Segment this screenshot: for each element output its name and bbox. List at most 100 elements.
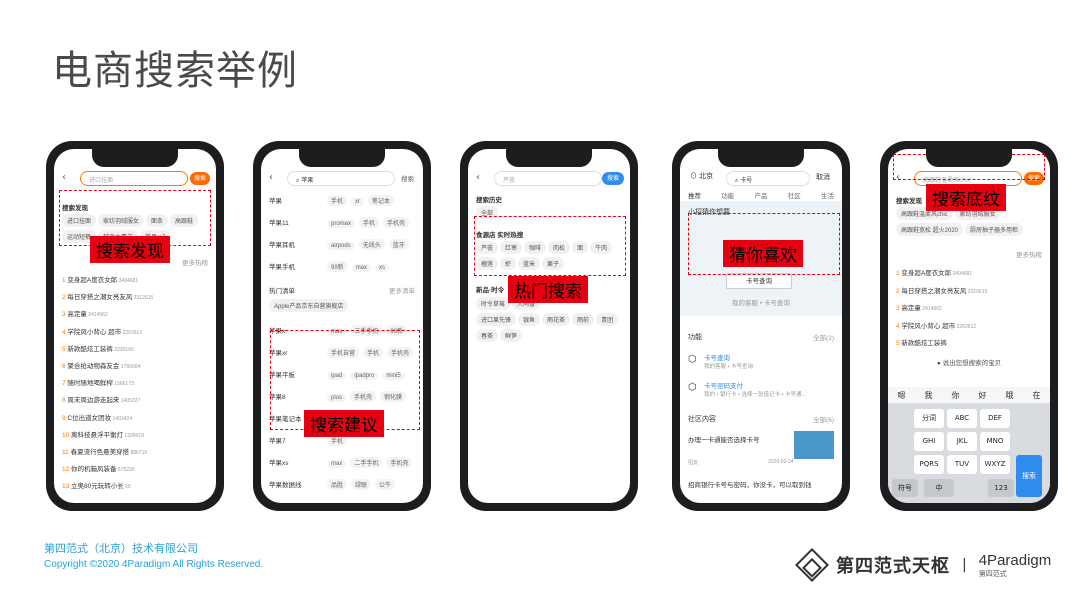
more-hot-link[interactable]: 更多热榜 (896, 249, 1042, 259)
suggestion-tag[interactable]: xs (375, 264, 390, 272)
brand-en: 4Paradigm (978, 552, 1052, 569)
suggestion-tag[interactable]: max (327, 460, 347, 468)
city[interactable]: 北京 (699, 173, 713, 180)
hot-list-more[interactable]: 更多清单 (269, 285, 415, 295)
hot-list-chip[interactable]: Apple产品京东自营旗舰店 (269, 299, 349, 312)
list-item[interactable]: 1 变身超A度衣女郎 3494681 (896, 267, 1042, 277)
search-input[interactable]: 芦荟 (494, 171, 602, 186)
candidate-word[interactable]: 你 (952, 390, 960, 401)
suggestion-tag[interactable]: 99新 (327, 261, 348, 272)
key-分词[interactable]: 分词 (914, 409, 944, 428)
list-item[interactable]: 5 新款酷炫工装裤 2230160 (62, 343, 208, 353)
suggestion-row[interactable]: 苹果xs max 二手手机 手机壳 (269, 457, 415, 468)
back-arrow-icon[interactable]: ‹ (62, 172, 66, 183)
candidate-word[interactable]: 我 (925, 390, 933, 401)
tab-4[interactable]: 生活 (821, 190, 834, 200)
key-tuv[interactable]: TUV (947, 455, 977, 474)
tab-3[interactable]: 社区 (788, 190, 801, 200)
community-all-link[interactable]: 全部(6) (688, 414, 834, 424)
search-input[interactable]: ⌕ 卡号 (726, 171, 810, 186)
list-item[interactable]: 7 随时随地喝鲜榨 1566173 (62, 377, 208, 387)
list-item[interactable]: 4 学院风小背心 超市 2262612 (62, 326, 208, 336)
candidate-word[interactable]: 在 (1033, 390, 1041, 401)
suggestion-tag[interactable]: 二手手机 (350, 457, 383, 468)
list-item[interactable]: 3 高定童 2414962 (62, 308, 208, 318)
suggestion-row[interactable]: 苹果耳机 airpods 无线头 蓝牙 (269, 239, 415, 250)
key-bottom-0[interactable]: 符号 (892, 479, 918, 497)
search-key[interactable]: 搜索 (1016, 455, 1042, 497)
key-ghi[interactable]: GHI (914, 432, 944, 451)
suggestion-row[interactable]: 苹果数据线 品胜 绿联 公牛 (269, 479, 415, 490)
new-chip[interactable]: 春茶 (476, 329, 499, 342)
cancel-button[interactable]: 取消 (816, 172, 836, 182)
search-input[interactable]: ⌕ 苹果 (287, 171, 395, 186)
key-mno[interactable]: MNO (980, 432, 1010, 451)
list-item[interactable]: 6 聚合抢动物森友会 1766004 (62, 360, 208, 370)
list-item[interactable]: 12 你的机箱风装备 675239 (62, 463, 208, 473)
suggestion-tag[interactable]: 品胜 (327, 479, 348, 490)
suggestion-tag[interactable]: promax (327, 220, 356, 228)
candidate-word[interactable]: 嗯 (898, 390, 906, 401)
suggestion-tag[interactable]: max (351, 264, 372, 272)
key-bottom-1[interactable]: 中 (924, 479, 954, 497)
new-chip[interactable]: 青团 (596, 313, 619, 326)
func-all-link[interactable]: 全部(2) (688, 332, 834, 342)
key-def[interactable]: DEF (980, 409, 1010, 428)
func-item-title[interactable]: 卡号密码支付 (704, 380, 834, 390)
suggestion-row[interactable]: 苹果手机 99新 max xs (269, 261, 415, 272)
new-chip[interactable]: 进口果先锋 (476, 313, 517, 326)
list-item[interactable]: 4 学院风小背心 超市 2262612 (896, 320, 1042, 330)
list-item[interactable]: 5 新款酷炫工装裤 (896, 337, 1042, 347)
list-item[interactable]: 1 变身超A度衣女郎 3494681 (62, 274, 208, 284)
suggestion-tag[interactable]: airpods (327, 242, 355, 250)
suggestion-row[interactable]: 苹果 手机 xr 笔记本 (269, 195, 415, 206)
post-title-2[interactable]: 招商银行卡号与密码，你没卡，可以取到钱 (688, 479, 834, 489)
search-button[interactable]: 搜索 (190, 172, 210, 185)
new-chip[interactable]: 银鱼 (518, 313, 541, 326)
tab-2[interactable]: 产品 (755, 190, 768, 200)
search-button[interactable]: 搜索 (602, 172, 624, 185)
card-query-button[interactable]: 卡号查询 (726, 273, 792, 289)
post-title[interactable]: 办理一卡通能否选择卡号 (688, 434, 792, 444)
key-pqrs[interactable]: PQRS (914, 455, 944, 474)
suggestion-tag[interactable]: xr (351, 198, 365, 206)
suggestion-tag[interactable]: 手机 (359, 217, 380, 228)
list-item[interactable]: 2 每日穿搭之潮女亮友风 3312615 (62, 291, 208, 301)
search-button[interactable]: 搜索 (401, 173, 417, 183)
key-wxyz[interactable]: WXYZ (980, 455, 1010, 474)
list-item[interactable]: 8 周末周边游走起来 1405327 (62, 394, 208, 404)
list-item[interactable]: 11 春夏流行色悬美穿搭 886715 (62, 446, 208, 456)
discovery-chip[interactable]: 高跟鞋宽松 超火2020 (896, 223, 964, 236)
list-item[interactable]: 10 离科技悬浮平衡灯 1328619 (62, 429, 208, 439)
new-chip[interactable]: 时令草莓 (476, 297, 511, 310)
new-chip[interactable]: 雨前 (572, 313, 595, 326)
candidate-word[interactable]: 好 (979, 390, 987, 401)
suggestion-tag[interactable]: 手机 (327, 195, 348, 206)
suggestion-tag[interactable]: 笔记本 (368, 195, 395, 206)
back-arrow-icon[interactable]: ‹ (269, 172, 273, 183)
list-item[interactable]: 2 每日穿搭之潮女亮友风 3310615 (896, 285, 1042, 295)
discovery-chip[interactable]: 厨房柚子器多用柜 (965, 223, 1024, 236)
suggestion-tag[interactable]: 手机壳 (383, 217, 410, 228)
key-jkl[interactable]: JKL (947, 432, 977, 451)
suggestion-tag[interactable]: 手机壳 (386, 457, 413, 468)
key-abc[interactable]: ABC (947, 409, 977, 428)
search-input[interactable]: 进口挂面 (80, 171, 188, 186)
suggestion-row[interactable]: 苹果11 promax 手机 手机壳 (269, 217, 415, 228)
func-item-title[interactable]: 卡号查询 (704, 352, 834, 362)
key-bottom-2[interactable]: 123 (988, 479, 1014, 497)
list-item[interactable]: 9 C位出道女团妆 1403424 (62, 412, 208, 422)
new-chip[interactable]: 雨花茶 (542, 313, 571, 326)
tab-1[interactable]: 功能 (721, 190, 734, 200)
suggestion-tag[interactable]: 蓝牙 (388, 239, 409, 250)
candidate-word[interactable]: 哦 (1006, 390, 1014, 401)
list-item[interactable]: 13 立奥80元玩转小长 65 (62, 480, 208, 490)
suggestion-tag[interactable]: 公牛 (375, 479, 396, 490)
list-item[interactable]: 3 高定童 2414962 (896, 302, 1042, 312)
suggestion-tag[interactable]: 无线头 (358, 239, 385, 250)
suggestion-tag[interactable]: 绿联 (351, 479, 372, 490)
back-arrow-icon[interactable]: ‹ (476, 172, 480, 183)
item-text: 变身超A度衣女郎 (67, 277, 118, 284)
tab-0[interactable]: 推荐 (688, 190, 701, 200)
new-chip[interactable]: 鲜笋 (500, 329, 523, 342)
